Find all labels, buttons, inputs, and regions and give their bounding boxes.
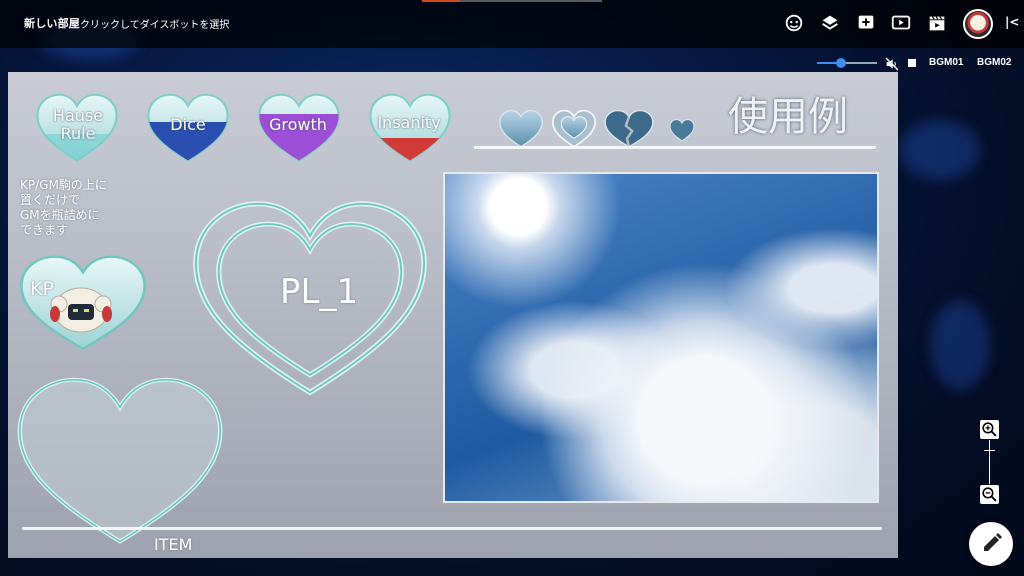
example-heart-broken[interactable]	[604, 109, 654, 148]
game-board[interactable]: Hause Rule Dice Growth Insanity 使用例 KP/G…	[8, 72, 898, 558]
example-heart-outline[interactable]	[551, 109, 597, 148]
zoom-slider[interactable]	[984, 440, 995, 484]
example-heart-small[interactable]	[669, 119, 695, 142]
volume-knob[interactable]	[836, 58, 846, 68]
label-pl1: PL_1	[280, 272, 359, 312]
top-toolbar: 新しい部屋 クリックしてダイスボットを選択 |<	[0, 0, 1024, 48]
volume-slider[interactable]	[817, 58, 877, 68]
bgm-track-1[interactable]: BGM01	[929, 57, 963, 68]
heart-item[interactable]	[20, 380, 221, 542]
label-kp: KP	[30, 278, 54, 300]
zoom-in-button[interactable]	[980, 420, 999, 439]
background-glow	[930, 300, 990, 390]
user-avatar[interactable]	[963, 9, 993, 39]
edit-button[interactable]	[969, 522, 1013, 566]
usage-note: KP/GM駒の上に 置くだけで GMを瓶詰めに できます	[20, 178, 107, 237]
label-insanity: Insanity	[377, 113, 441, 132]
example-title: 使用例	[728, 94, 848, 140]
example-heart-solid[interactable]	[499, 109, 543, 148]
zoom-out-button[interactable]	[980, 485, 999, 504]
label-growth: Growth	[269, 115, 327, 134]
bgm-track-2[interactable]: BGM02	[977, 57, 1011, 68]
pencil-icon	[984, 533, 1002, 551]
add-box-icon[interactable]	[855, 12, 877, 34]
room-title[interactable]: 新しい部屋	[24, 15, 80, 31]
background-glow	[900, 120, 980, 180]
zoom-out-icon	[982, 487, 997, 502]
play-screen-icon[interactable]	[890, 12, 912, 34]
item-divider	[22, 527, 882, 530]
mute-icon[interactable]	[884, 56, 900, 72]
collapse-icon[interactable]: |<	[1005, 15, 1019, 29]
example-divider	[474, 146, 876, 149]
loading-indicator	[422, 0, 602, 2]
label-house-rule: Hause Rule	[52, 106, 104, 143]
clapperboard-icon[interactable]	[926, 12, 948, 34]
dicebot-selector[interactable]: クリックしてダイスボットを選択	[80, 16, 229, 31]
stop-icon[interactable]	[908, 59, 916, 67]
layers-icon[interactable]	[819, 12, 841, 34]
sky-image[interactable]	[443, 172, 879, 503]
zoom-in-icon	[982, 422, 997, 437]
face-icon[interactable]	[783, 12, 805, 34]
label-item: ITEM	[154, 535, 193, 554]
label-dice: Dice	[170, 115, 206, 134]
